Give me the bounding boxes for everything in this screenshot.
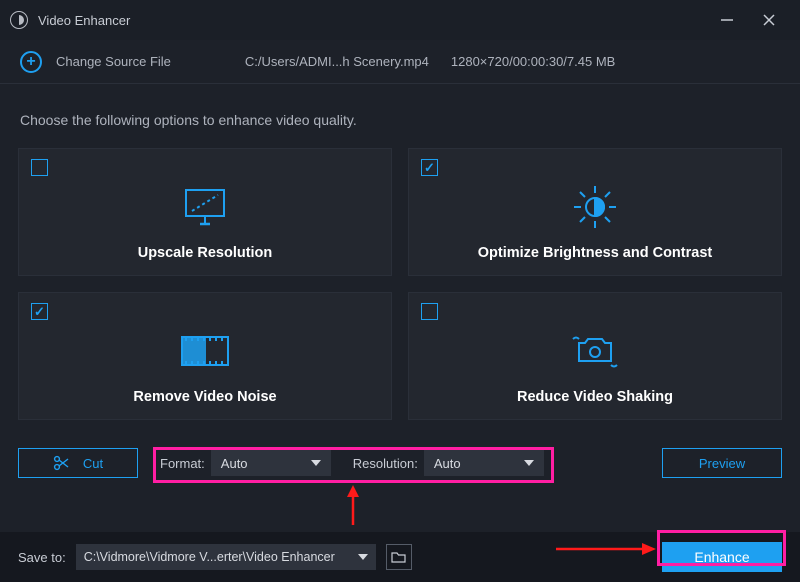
preview-label: Preview: [699, 456, 745, 471]
enhance-button[interactable]: Enhance: [662, 542, 782, 572]
card-title: Reduce Video Shaking: [517, 389, 673, 405]
add-file-icon[interactable]: +: [20, 51, 42, 73]
footer-bar: Save to: C:\Vidmore\Vidmore V...erter\Vi…: [0, 532, 800, 582]
format-value: Auto: [221, 456, 248, 471]
prompt-text: Choose the following options to enhance …: [20, 112, 780, 128]
cut-label: Cut: [83, 456, 103, 471]
minimize-button[interactable]: [706, 0, 748, 40]
checkbox-upscale[interactable]: [31, 159, 48, 176]
save-to-label: Save to:: [18, 550, 66, 565]
format-label: Format:: [160, 456, 205, 471]
format-group: Format: Auto: [150, 450, 331, 476]
camera-shake-icon: [567, 327, 623, 375]
enhance-label: Enhance: [694, 549, 749, 565]
app-logo-icon: [10, 11, 28, 29]
main-content: Choose the following options to enhance …: [0, 84, 800, 480]
chevron-down-icon: [358, 554, 368, 560]
resolution-value: Auto: [434, 456, 461, 471]
chevron-down-icon: [524, 460, 534, 466]
checkbox-brightness[interactable]: [421, 159, 438, 176]
format-select[interactable]: Auto: [211, 450, 331, 476]
window-title: Video Enhancer: [38, 13, 130, 28]
source-path: C:/Users/ADMI...h Scenery.mp4: [245, 54, 429, 69]
title-bar: Video Enhancer: [0, 0, 800, 40]
scissors-icon: [53, 455, 69, 471]
options-grid: Upscale Resolution: [18, 148, 782, 420]
open-folder-button[interactable]: [386, 544, 412, 570]
card-title: Optimize Brightness and Contrast: [478, 245, 712, 261]
card-reduce-shaking[interactable]: Reduce Video Shaking: [408, 292, 782, 420]
close-button[interactable]: [748, 0, 790, 40]
sun-icon: [570, 183, 620, 231]
resolution-group: Resolution: Auto: [343, 450, 544, 476]
cut-button[interactable]: Cut: [18, 448, 138, 478]
change-source-link[interactable]: Change Source File: [56, 54, 171, 69]
filmstrip-icon: [178, 327, 232, 375]
card-remove-noise[interactable]: Remove Video Noise: [18, 292, 392, 420]
chevron-down-icon: [311, 460, 321, 466]
source-info: 1280×720/00:00:30/7.45 MB: [451, 54, 615, 69]
resolution-label: Resolution:: [353, 456, 418, 471]
source-bar: + Change Source File C:/Users/ADMI...h S…: [0, 40, 800, 84]
annotation-arrow-icon: [343, 485, 363, 525]
folder-icon: [391, 551, 406, 563]
preview-button[interactable]: Preview: [662, 448, 782, 478]
save-path-value: C:\Vidmore\Vidmore V...erter\Video Enhan…: [84, 550, 335, 564]
checkbox-noise[interactable]: [31, 303, 48, 320]
save-path-select[interactable]: C:\Vidmore\Vidmore V...erter\Video Enhan…: [76, 544, 376, 570]
controls-row: Cut Format: Auto Resolution: Auto Previe…: [18, 446, 782, 480]
card-title: Upscale Resolution: [138, 245, 273, 261]
card-title: Remove Video Noise: [133, 389, 276, 405]
resolution-select[interactable]: Auto: [424, 450, 544, 476]
checkbox-shaking[interactable]: [421, 303, 438, 320]
monitor-icon: [180, 183, 230, 231]
card-optimize-brightness[interactable]: Optimize Brightness and Contrast: [408, 148, 782, 276]
card-upscale-resolution[interactable]: Upscale Resolution: [18, 148, 392, 276]
